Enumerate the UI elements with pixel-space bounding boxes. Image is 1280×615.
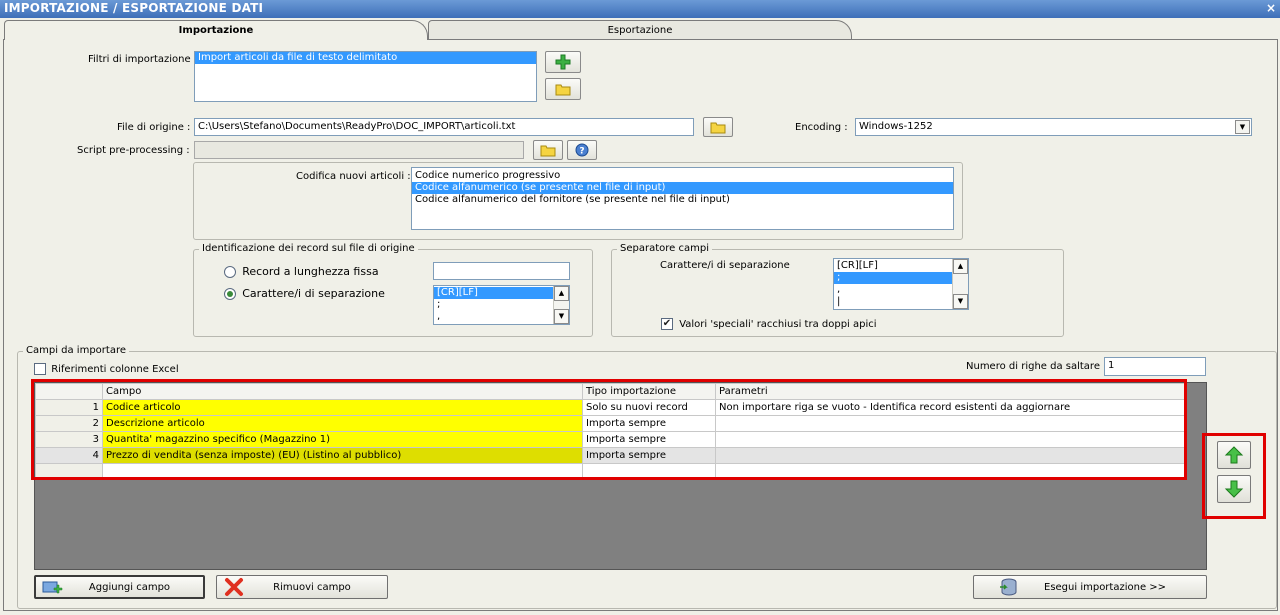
tab-esportazione[interactable]: Esportazione xyxy=(428,20,852,40)
scroll-up-icon[interactable]: ▲ xyxy=(554,286,569,301)
skip-rows-input[interactable]: 1 xyxy=(1104,357,1206,376)
separator-option[interactable]: [CR][LF] xyxy=(834,260,952,272)
radio-fixed-length[interactable]: Record a lunghezza fissa xyxy=(224,265,379,278)
database-import-icon xyxy=(1000,578,1017,596)
window-title: IMPORTAZIONE / ESPORTAZIONE DATI xyxy=(4,1,264,15)
scroll-up-icon[interactable]: ▲ xyxy=(953,259,968,274)
scrollbar[interactable]: ▲ ▼ xyxy=(952,259,968,309)
chevron-down-icon[interactable]: ▼ xyxy=(1235,120,1250,134)
add-filter-button[interactable] xyxy=(545,51,581,73)
browse-source-button[interactable] xyxy=(703,117,733,137)
tab-importazione[interactable]: Importazione xyxy=(4,20,428,40)
campi-title: Campi da importare xyxy=(23,345,129,356)
checkbox-icon[interactable]: ✔ xyxy=(661,318,673,330)
separatore-label: Carattere/i di separazione xyxy=(660,260,790,271)
separator-option[interactable]: | xyxy=(834,296,952,308)
field-separator-list[interactable]: [CR][LF] ; , | ▲ ▼ xyxy=(833,258,969,310)
help-button[interactable]: ? xyxy=(567,140,597,160)
plus-icon xyxy=(555,54,571,70)
filters-list[interactable]: Import articoli da file di testo delimit… xyxy=(194,51,537,102)
source-file-input[interactable]: C:\Users\Stefano\Documents\ReadyPro\DOC_… xyxy=(194,118,694,136)
filter-item[interactable]: Import articoli da file di testo delimit… xyxy=(195,52,536,64)
separatore-title: Separatore campi xyxy=(617,243,712,254)
radio-icon[interactable] xyxy=(224,288,236,300)
checkbox-icon[interactable] xyxy=(34,363,46,375)
window-titlebar: IMPORTAZIONE / ESPORTAZIONE DATI xyxy=(0,0,1280,18)
filters-label: Filtri di importazione : xyxy=(88,54,198,65)
folder-icon xyxy=(710,122,726,134)
codifica-option[interactable]: Codice alfanumerico (se presente nel fil… xyxy=(412,182,953,194)
radio-icon[interactable] xyxy=(224,266,236,278)
browse-script-button[interactable] xyxy=(533,140,563,160)
remove-icon xyxy=(225,578,243,596)
quoted-values-checkbox[interactable]: ✔ Valori 'speciali' racchiusi tra doppi … xyxy=(661,318,877,330)
folder-icon xyxy=(555,84,571,96)
script-label: Script pre-processing : xyxy=(77,145,190,156)
highlight-box-table xyxy=(31,379,1187,480)
excel-columns-checkbox[interactable]: Riferimenti colonne Excel xyxy=(34,363,179,375)
svg-text:?: ? xyxy=(579,147,584,157)
identificazione-title: Identificazione dei record sul file di o… xyxy=(199,243,418,254)
scrollbar[interactable]: ▲ ▼ xyxy=(553,286,569,324)
run-import-button[interactable]: Esegui importazione >> xyxy=(973,575,1207,599)
arrow-down-icon xyxy=(1224,480,1244,498)
separator-option[interactable]: , xyxy=(834,284,952,296)
radio-separator[interactable]: Carattere/i di separazione xyxy=(224,287,385,300)
skip-rows-label: Numero di righe da saltare : xyxy=(966,361,1107,372)
record-length-input[interactable] xyxy=(433,262,570,280)
add-field-icon xyxy=(42,581,63,594)
encoding-select[interactable]: Windows-1252 ▼ xyxy=(855,118,1252,136)
codifica-option[interactable]: Codice numerico progressivo xyxy=(412,170,953,182)
source-label: File di origine : xyxy=(117,122,191,133)
scroll-down-icon[interactable]: ▼ xyxy=(953,294,968,309)
add-field-button[interactable]: Aggiungi campo xyxy=(34,575,205,599)
record-separator-list[interactable]: [CR][LF] ; , ▲ ▼ xyxy=(433,285,570,325)
separator-option[interactable]: ; xyxy=(434,299,553,311)
separator-option[interactable]: , xyxy=(434,311,553,323)
move-down-button[interactable] xyxy=(1217,475,1251,503)
folder-icon xyxy=(540,145,556,157)
encoding-label: Encoding : xyxy=(795,122,848,133)
remove-field-button[interactable]: Rimuovi campo xyxy=(216,575,388,599)
separator-option[interactable]: [CR][LF] xyxy=(434,287,553,299)
separator-option[interactable]: ; xyxy=(834,272,952,284)
move-up-button[interactable] xyxy=(1217,441,1251,469)
script-input xyxy=(194,141,524,159)
scroll-down-icon[interactable]: ▼ xyxy=(554,309,569,324)
close-icon[interactable]: × xyxy=(1266,1,1276,15)
help-icon: ? xyxy=(575,143,589,157)
codifica-label: Codifica nuovi articoli : xyxy=(296,171,411,182)
open-filter-button[interactable] xyxy=(545,78,581,100)
codifica-option[interactable]: Codice alfanumerico del fornitore (se pr… xyxy=(412,194,953,206)
arrow-up-icon xyxy=(1224,446,1244,464)
codifica-list[interactable]: Codice numerico progressivo Codice alfan… xyxy=(411,167,954,230)
